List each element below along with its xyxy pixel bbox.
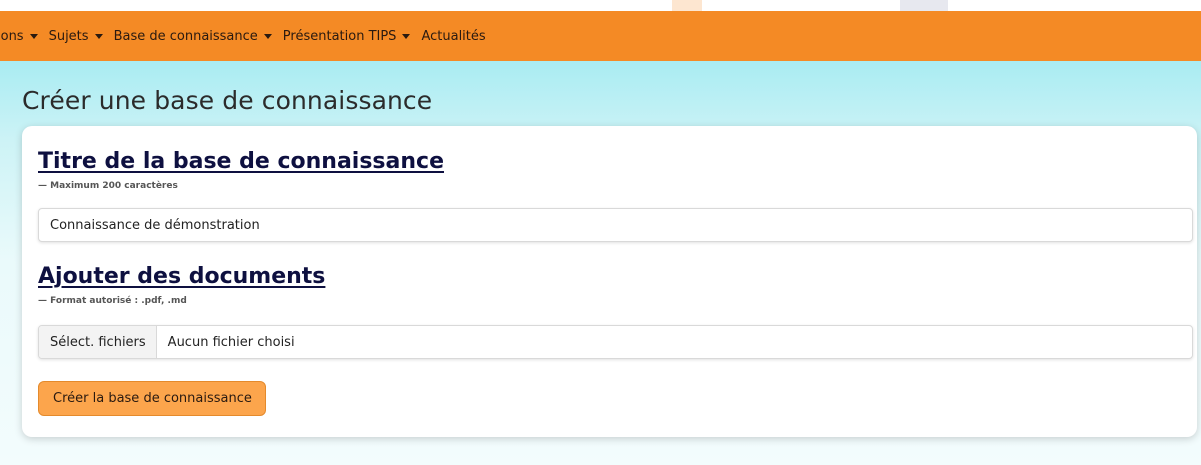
caret-down-icon xyxy=(94,34,103,39)
nav-item-actualites[interactable]: Actualités xyxy=(421,29,485,44)
top-strip-orange-accent xyxy=(672,0,702,11)
nav-item-sujets[interactable]: Sujets xyxy=(49,29,103,44)
create-knowledge-base-form: Titre de la base de connaissance — Maxim… xyxy=(22,126,1197,437)
documents-section-hint: — Format autorisé : .pdf, .md xyxy=(38,296,187,306)
file-status-text: Aucun fichier choisi xyxy=(167,334,295,350)
title-section-heading: Titre de la base de connaissance xyxy=(38,149,444,174)
caret-down-icon xyxy=(402,34,411,39)
document-file-input[interactable]: Sélect. fichiers Aucun fichier choisi xyxy=(38,325,1193,359)
documents-section-heading: Ajouter des documents xyxy=(38,264,326,289)
title-section-hint: — Maximum 200 caractères xyxy=(38,181,178,191)
top-strip xyxy=(0,0,1201,11)
caret-down-icon xyxy=(263,34,272,39)
nav-item-base-de-connaissance[interactable]: Base de connaissance xyxy=(114,29,272,44)
select-files-button[interactable]: Sélect. fichiers xyxy=(39,326,157,358)
caret-down-icon xyxy=(29,34,38,39)
main-navbar: ions Sujets Base de connaissance Présent… xyxy=(0,11,1201,61)
nav-item-label: Base de connaissance xyxy=(113,28,258,44)
nav-item-label: Présentation TIPS xyxy=(282,28,397,44)
nav-item-label: Sujets xyxy=(48,28,89,44)
nav-item-label: ions xyxy=(0,28,24,44)
knowledge-base-title-input[interactable] xyxy=(38,208,1193,242)
create-knowledge-base-button[interactable]: Créer la base de connaissance xyxy=(38,381,266,416)
nav-item-label: Actualités xyxy=(421,28,486,44)
nav-item-presentation-tips[interactable]: Présentation TIPS xyxy=(283,29,411,44)
nav-item-ions[interactable]: ions xyxy=(0,29,38,44)
page-title: Créer une base de connaissance xyxy=(22,86,433,115)
top-strip-grey-accent xyxy=(900,0,948,11)
